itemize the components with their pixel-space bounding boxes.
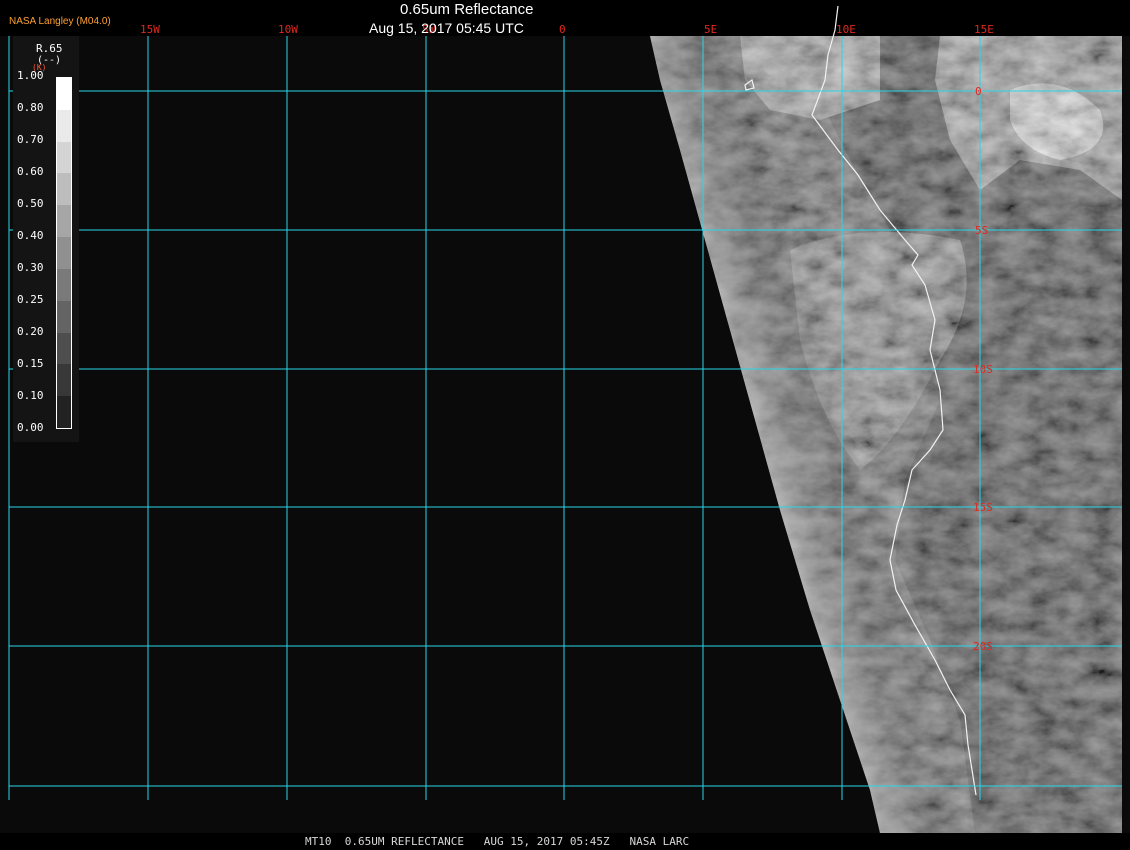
lat-label: 15S — [973, 501, 993, 514]
colorbar-tick: 0.10 — [17, 389, 44, 402]
colorbar-tick: 0.60 — [17, 165, 44, 178]
lat-label: 20S — [973, 640, 993, 653]
lon-label: 10W — [278, 23, 298, 36]
colorbar-segment — [57, 300, 71, 333]
colorbar-tick: 0.50 — [17, 197, 44, 210]
lon-label: 15W — [140, 23, 160, 36]
colorbar-segment — [57, 268, 71, 301]
colorbar-segment — [57, 141, 71, 174]
colorbar-segment — [57, 205, 71, 238]
colorbar-tick: 0.80 — [17, 101, 44, 114]
colorbar-segment — [57, 396, 71, 428]
satellite-map: 15W 10W 5W 0 5E 10E 15E 0 5S 10S 15S 20S — [0, 5, 1130, 833]
colorbar-segment — [57, 109, 71, 142]
product-title: 0.65um Reflectance — [400, 1, 534, 18]
lon-label: 5E — [704, 23, 717, 36]
colorbar-tick: 0.40 — [17, 229, 44, 242]
lon-label: 0 — [559, 23, 566, 36]
colorbar-tick: 0.15 — [17, 357, 44, 370]
lon-label: 15E — [974, 23, 994, 36]
lat-label: 10S — [973, 363, 993, 376]
colorbar-segment — [57, 237, 71, 269]
footer-caption: MT10 0.65UM REFLECTANCE AUG 15, 2017 05:… — [305, 835, 690, 848]
satellite-image-viewer: 15W 10W 5W 0 5E 10E 15E 0 5S 10S 15S 20S… — [0, 0, 1130, 850]
colorbar-legend: R.65 (--) (K) 1.00 0.80 0.70 0.60 0.50 0… — [13, 36, 79, 442]
colorbar-variable: R.65 — [36, 42, 63, 55]
source-label: NASA Langley (M04.0) — [9, 16, 111, 27]
colorbar-tick: 0.00 — [17, 421, 44, 434]
longitude-labels: 15W 10W 5W 0 5E 10E 15E — [140, 23, 994, 36]
colorbar-strip — [56, 77, 72, 429]
colorbar-segment — [57, 332, 71, 365]
colorbar-ticks: 1.00 0.80 0.70 0.60 0.50 0.40 0.30 0.25 … — [17, 70, 57, 436]
colorbar-tick: 0.20 — [17, 325, 44, 338]
colorbar-tick: 0.70 — [17, 133, 44, 146]
lat-label: 5S — [975, 224, 988, 237]
colorbar-segment — [57, 173, 71, 206]
colorbar-segment — [57, 78, 71, 110]
image-timestamp: Aug 15, 2017 05:45 UTC — [369, 20, 524, 36]
colorbar-tick: 0.30 — [17, 261, 44, 274]
lon-label: 10E — [836, 23, 856, 36]
colorbar-tick: 0.25 — [17, 293, 44, 306]
lat-label: 0 — [975, 85, 982, 98]
colorbar-segment — [57, 364, 71, 397]
colorbar-tick: 1.00 — [17, 69, 44, 82]
